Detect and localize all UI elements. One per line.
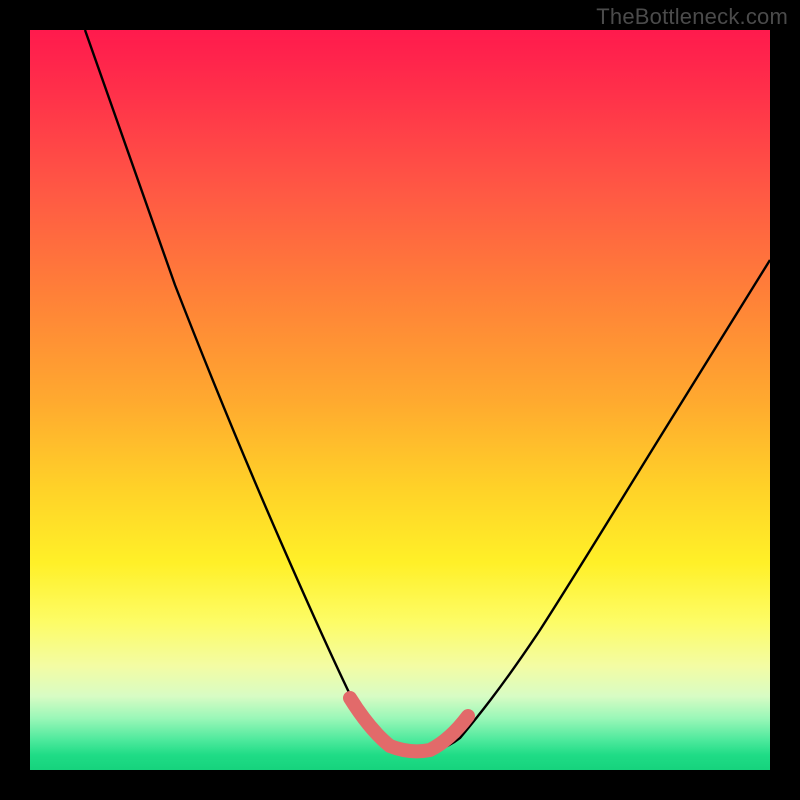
plot-area bbox=[30, 30, 770, 770]
curve-layer bbox=[30, 30, 770, 770]
bottleneck-curve bbox=[85, 30, 770, 755]
watermark-text: TheBottleneck.com bbox=[596, 4, 788, 30]
optimal-range-highlight bbox=[350, 698, 468, 751]
chart-frame: TheBottleneck.com bbox=[0, 0, 800, 800]
